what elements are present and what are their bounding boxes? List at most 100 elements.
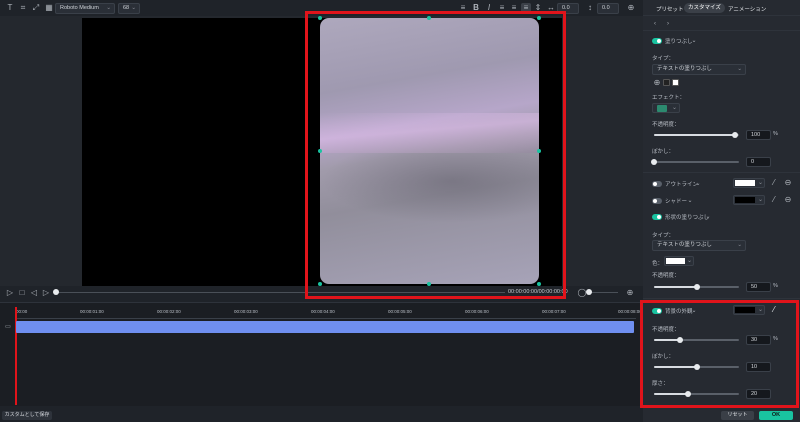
fill-effect-select[interactable]: ⌄ (652, 103, 680, 113)
chevron-down-icon: ⌄ (737, 66, 742, 72)
fill-blur-label: ぼかし： (652, 149, 675, 155)
shape-fill-opacity-knob[interactable] (693, 284, 700, 290)
shape-fill-opacity-input[interactable]: 50 (746, 282, 771, 292)
font-family-value: Roboto Medium (60, 5, 99, 11)
volume-slider[interactable] (586, 289, 618, 295)
percent-unit: % (773, 283, 778, 289)
grid-icon[interactable]: ▦ (44, 3, 54, 13)
tab-animation[interactable]: アニメーション (728, 5, 766, 13)
fill-opacity-knob[interactable] (731, 132, 738, 138)
shape-fill-opacity-label: 不透明度： (652, 273, 680, 279)
fill-blur-slider[interactable] (651, 159, 739, 165)
fill-toggle[interactable] (652, 38, 662, 44)
remove-icon[interactable]: ⊖ (783, 178, 793, 188)
shadow-toggle[interactable] (652, 198, 662, 204)
shadow-color-select[interactable]: ⌄ (733, 195, 765, 205)
shape-fill-color-select[interactable]: ⌄ (664, 256, 694, 266)
save-custom-label: カスタムとして保存 (4, 412, 50, 418)
next-frame-icon[interactable]: ▷ (41, 288, 51, 298)
shape-fill-opacity-slider[interactable] (654, 284, 739, 290)
add-color-icon[interactable]: ⊕ (652, 78, 662, 88)
text-tool-icon[interactable]: T (5, 3, 15, 13)
text-clip[interactable] (16, 321, 634, 333)
line-spacing-input[interactable]: 0.0 (597, 3, 619, 14)
shape-fill-opacity-fill (654, 286, 697, 288)
fill-type-select[interactable]: テキストの塗りつぶし ⌄ (652, 64, 746, 75)
tab-animation-label: アニメーション (728, 7, 767, 13)
ruler-tick-label: 00:00:08:00 (618, 309, 642, 314)
font-size-select[interactable]: 68 ⌄ (118, 3, 140, 14)
tab-customize[interactable]: カスタマイズ (684, 3, 725, 13)
ruler-tick-label: 00:00:04:00 (311, 309, 335, 314)
timeline-ruler: 00:00 00:00:01:00 00:00:02:00 00:00:03:0… (0, 307, 643, 319)
fill-opacity-input[interactable]: 100 (746, 130, 771, 140)
playhead-progress-knob[interactable] (53, 289, 59, 295)
chevron-down-icon: ⌄ (758, 180, 764, 186)
panel-divider (643, 30, 800, 31)
chevron-right-icon[interactable]: › (663, 19, 673, 29)
ok-button[interactable]: OK (759, 411, 793, 420)
reset-button[interactable]: リセット (721, 411, 754, 420)
shape-fill-type-select[interactable]: テキストの塗りつぶし ⌄ (652, 240, 746, 251)
line-spacing-icon[interactable]: ↕ (585, 3, 595, 13)
save-custom-button[interactable]: カスタムとして保存 (2, 411, 52, 420)
chevron-down-icon[interactable]: ⌄ (693, 179, 703, 189)
highlight-box-preview (305, 11, 566, 299)
eyedropper-icon[interactable]: ⁄ (769, 178, 779, 188)
ruler-tick-label: 00:00:06:00 (465, 309, 489, 314)
chevron-down-icon: ⌄ (758, 197, 764, 203)
shape-fill-opacity-value: 50 (751, 284, 758, 290)
chevron-left-icon[interactable]: ‹ (650, 19, 660, 29)
fill-opacity-value: 100 (751, 132, 761, 138)
zoom-icon[interactable]: ⊕ (626, 3, 636, 13)
font-family-select[interactable]: Roboto Medium ⌄ (55, 3, 115, 14)
percent-unit: % (773, 131, 778, 137)
chevron-down-icon[interactable]: ⌄ (703, 212, 713, 222)
line-spacing-value: 0.0 (602, 5, 610, 11)
shape-fill-toggle[interactable] (652, 214, 662, 220)
crop-icon[interactable]: ⌗ (18, 3, 28, 13)
panel-divider (643, 298, 800, 299)
font-size-value: 68 (123, 5, 130, 11)
shape-fill-type-value: テキストの塗りつぶし (657, 242, 712, 248)
panel-divider (643, 172, 800, 173)
transform-icon[interactable]: ⤢ (31, 3, 41, 13)
fill-color-swatch-black[interactable] (663, 79, 670, 86)
fill-opacity-slider[interactable] (654, 132, 739, 138)
shadow-section-title: シャドー (665, 199, 688, 205)
ruler-tick-label: 00:00:05:00 (388, 309, 412, 314)
volume-knob[interactable] (586, 289, 592, 295)
fullscreen-icon[interactable]: ⊕ (625, 288, 635, 298)
ok-label: OK (771, 412, 781, 418)
highlight-box-glow-settings (640, 300, 799, 408)
shape-fill-type-label: タイプ： (652, 233, 675, 239)
tab-preset[interactable]: プリセット (656, 5, 684, 13)
chevron-down-icon[interactable]: ⌄ (689, 36, 699, 46)
reset-label: リセット (727, 412, 748, 418)
fill-blur-knob[interactable] (651, 159, 657, 165)
shadow-color-swatch (735, 197, 755, 203)
fill-type-label: タイプ： (652, 56, 675, 62)
tab-customize-label: カスタマイズ (688, 5, 721, 11)
outline-toggle[interactable] (652, 181, 662, 187)
chevron-down-icon: ⌄ (106, 5, 111, 11)
play-icon[interactable]: ▷ (5, 288, 15, 298)
fill-color-swatch-white[interactable] (672, 79, 679, 86)
tab-preset-label: プリセット (656, 7, 684, 13)
chevron-down-icon: ⌄ (672, 105, 678, 111)
fill-opacity-fill (654, 134, 735, 136)
fill-blur-input[interactable]: 0 (746, 157, 771, 167)
remove-icon[interactable]: ⊖ (783, 195, 793, 205)
eyedropper-icon[interactable]: ⁄ (769, 195, 779, 205)
stop-icon[interactable]: □ (17, 288, 27, 298)
fill-blur-value: 0 (751, 159, 755, 165)
ruler-tick-label: 00:00:01:00 (80, 309, 104, 314)
outline-color-swatch (735, 180, 755, 186)
panel-divider (643, 15, 800, 16)
outline-color-select[interactable]: ⌄ (733, 178, 765, 188)
chevron-down-icon[interactable]: ⌄ (685, 196, 695, 206)
ruler-tick-label: 00:00:02:00 (157, 309, 181, 314)
prev-frame-icon[interactable]: ◁ (29, 288, 39, 298)
shape-fill-color-swatch (666, 258, 685, 264)
track-icon: ▭ (5, 324, 11, 330)
